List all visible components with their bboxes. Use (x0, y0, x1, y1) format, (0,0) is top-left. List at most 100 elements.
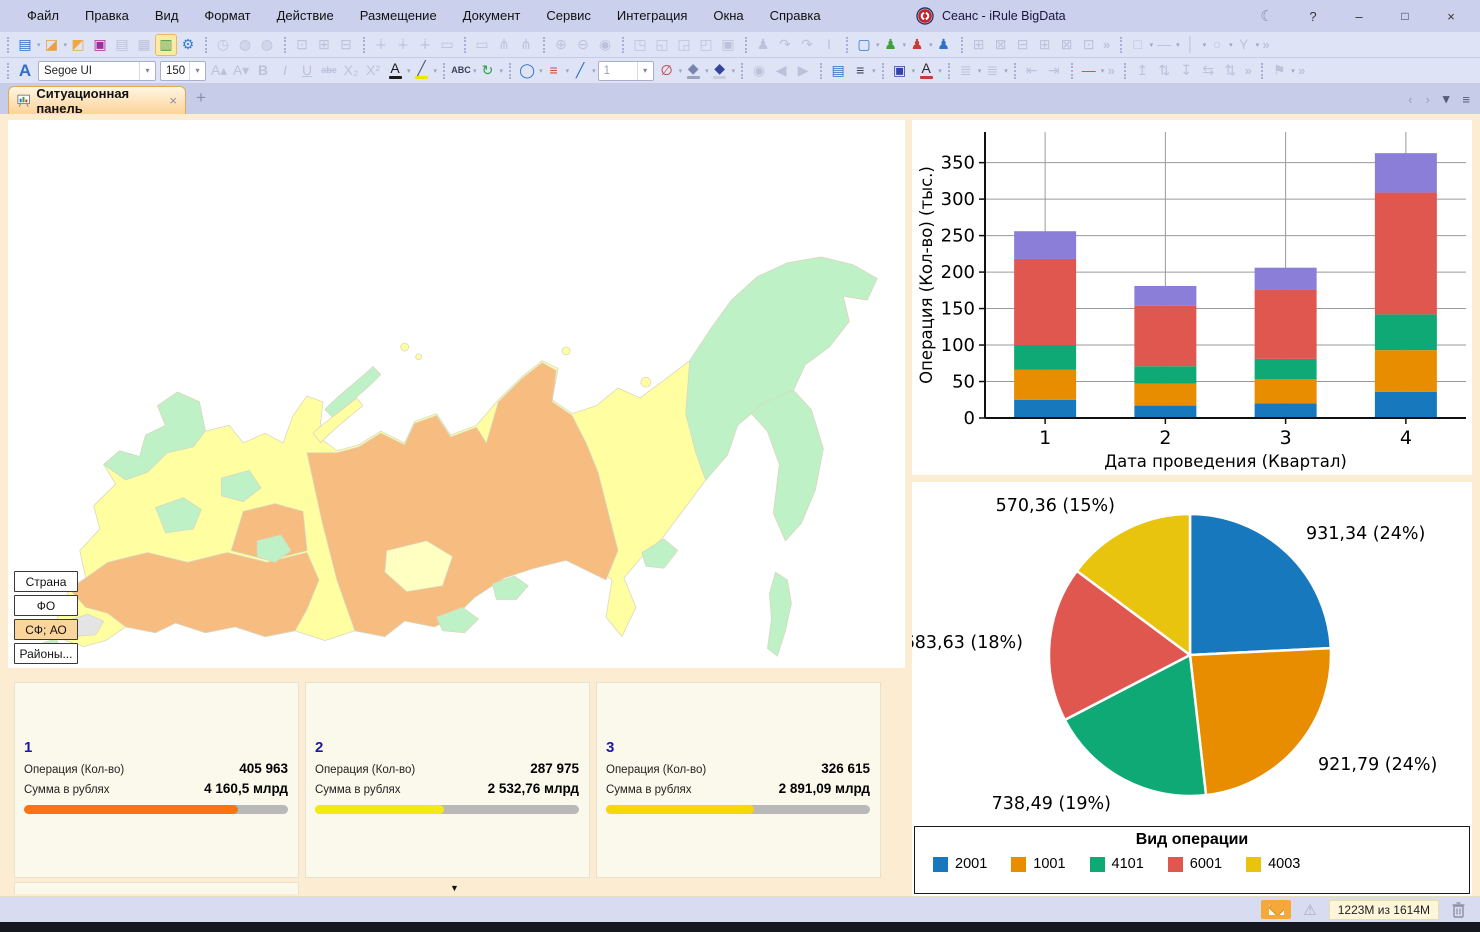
menu-item-10[interactable]: Справка (757, 0, 834, 32)
bar-segment-q1-series-blue[interactable] (1014, 400, 1076, 418)
fill-style-icon[interactable]: ◆ (682, 60, 704, 82)
map-island-1[interactable] (401, 343, 409, 351)
add-tab-button[interactable]: + (196, 88, 206, 108)
font-panel-icon[interactable]: A (14, 60, 36, 82)
map-island-wrangel[interactable] (641, 377, 651, 387)
refresh-data-icon[interactable]: ↻ (477, 60, 499, 82)
map-level-button-2[interactable]: СФ; АО (14, 619, 78, 640)
map-level-button-1[interactable]: ФО (14, 595, 78, 616)
trash-icon[interactable] (1451, 901, 1466, 918)
fill-style-alt-dropdown-icon[interactable]: ▾ (732, 67, 736, 75)
tab-scroll-right[interactable]: › (1426, 92, 1430, 107)
russia-map[interactable] (8, 120, 905, 668)
legend-item-6001[interactable]: 6001 (1168, 856, 1222, 872)
bar-segment-q2-series-green[interactable] (1134, 366, 1196, 384)
select-rect-tool-icon[interactable]: ▢ (853, 34, 875, 56)
more-overflow-2[interactable]: » (1259, 34, 1273, 56)
bar-segment-q1-series-orange[interactable] (1014, 370, 1076, 400)
person-green-tool-icon[interactable]: ♟ (880, 34, 902, 56)
tab-situation-panel[interactable]: Ситуационная панель × (8, 86, 186, 114)
menu-item-7[interactable]: Сервис (533, 0, 604, 32)
line-width-combo[interactable]: 1▾ (598, 61, 654, 81)
close-button[interactable]: × (1428, 9, 1474, 24)
selection-marker-icon[interactable]: ▣ (889, 60, 911, 82)
pen-style-dropdown-icon[interactable]: ▾ (592, 67, 596, 75)
save-icon[interactable]: ▣ (89, 34, 111, 56)
person-blue-tool-icon[interactable]: ♟ (933, 34, 955, 56)
bar-segment-q4-series-orange[interactable] (1375, 350, 1437, 392)
bar-segment-q1-series-green[interactable] (1014, 345, 1076, 370)
memory-usage[interactable]: 1223М из 1614М (1329, 900, 1439, 920)
kpi-card-3[interactable]: 3Операция (Кол-во)326 615Сумма в рублях2… (596, 682, 881, 878)
pie-slice-1001[interactable] (1190, 648, 1331, 795)
help-button[interactable]: ? (1290, 9, 1336, 24)
text-color-accent-dropdown-icon[interactable]: ▾ (938, 67, 942, 75)
map-island-3[interactable] (562, 347, 570, 355)
menu-item-9[interactable]: Окна (700, 0, 756, 32)
no-border-style-icon[interactable]: ∅ (656, 60, 678, 82)
theme-toggle-button[interactable]: ☾ (1244, 7, 1290, 25)
tab-menu[interactable]: ≡ (1462, 92, 1470, 107)
menu-item-5[interactable]: Размещение (347, 0, 450, 32)
line-color-style-icon[interactable]: ≡ (543, 60, 565, 82)
legend-item-4101[interactable]: 4101 (1090, 856, 1144, 872)
bar-segment-q1-series-red[interactable] (1014, 259, 1076, 345)
more-overflow-3[interactable]: » (1104, 60, 1118, 82)
bar-segment-q3-series-blue[interactable] (1255, 403, 1317, 418)
bar-segment-q2-series-purple[interactable] (1134, 286, 1196, 306)
map-level-button-3[interactable]: Районы... (14, 643, 78, 664)
messages-button[interactable] (1261, 900, 1291, 919)
ellipse-style-icon[interactable]: ◯ (516, 60, 538, 82)
bar-segment-q2-series-blue[interactable] (1134, 406, 1196, 418)
bar-segment-q3-series-green[interactable] (1255, 359, 1317, 379)
import-folder-icon[interactable]: ◩ (67, 34, 89, 56)
menu-item-2[interactable]: Вид (142, 0, 192, 32)
font-family-combo[interactable]: Segoe UI▾ (38, 61, 156, 81)
pen-style-icon[interactable]: ╱ (569, 60, 591, 82)
connector-line-style-icon[interactable]: — (1078, 60, 1100, 82)
text-block-props-icon[interactable]: ▤ (827, 60, 849, 82)
bar-segment-q3-series-orange[interactable] (1255, 379, 1317, 403)
tab-scroll-left[interactable]: ‹ (1408, 92, 1412, 107)
map-region-sakhalin[interactable] (767, 572, 791, 656)
justify-text-dropdown-icon[interactable]: ▾ (872, 67, 876, 75)
settings-gear-icon[interactable]: ⚙ (177, 34, 199, 56)
minimize-button[interactable]: – (1336, 9, 1382, 24)
more-overflow[interactable]: » (1100, 34, 1114, 56)
menu-item-0[interactable]: Файл (14, 0, 72, 32)
font-size-combo[interactable]: 150▾ (160, 61, 206, 81)
more-overflow-4[interactable]: » (1241, 60, 1255, 82)
bar-segment-q2-series-red[interactable] (1134, 306, 1196, 367)
font-color-icon[interactable]: A (384, 60, 406, 82)
warning-icon[interactable]: ⚠ (1303, 901, 1316, 919)
tab-close-icon[interactable]: × (169, 93, 177, 108)
font-size-combo-dropdown-icon[interactable]: ▾ (189, 62, 205, 80)
menu-item-3[interactable]: Формат (191, 0, 263, 32)
scroll-down-indicator[interactable]: ▼ (450, 883, 459, 893)
menu-item-8[interactable]: Интеграция (604, 0, 701, 32)
menu-item-6[interactable]: Документ (450, 0, 534, 32)
justify-text-icon[interactable]: ≡ (849, 60, 871, 82)
kpi-card-1[interactable]: 1Операция (Кол-во)405 963Сумма в рублях4… (14, 682, 299, 878)
bar-segment-q4-series-green[interactable] (1375, 314, 1437, 350)
bar-segment-q4-series-red[interactable] (1375, 193, 1437, 315)
open-document-icon[interactable]: ◪ (41, 34, 63, 56)
bar-segment-q3-series-purple[interactable] (1255, 268, 1317, 290)
bar-segment-q2-series-orange[interactable] (1134, 384, 1196, 406)
data-source-status-icon[interactable]: ▥ (155, 34, 177, 56)
map-island-2[interactable] (416, 354, 422, 360)
legend-item-1001[interactable]: 1001 (1011, 856, 1065, 872)
person-red-tool-icon[interactable]: ♟ (906, 34, 928, 56)
refresh-data-dropdown-icon[interactable]: ▾ (500, 67, 504, 75)
text-color-accent-icon[interactable]: A (915, 60, 937, 82)
font-family-combo-dropdown-icon[interactable]: ▾ (139, 62, 155, 80)
menu-item-4[interactable]: Действие (264, 0, 347, 32)
bar-segment-q3-series-red[interactable] (1255, 290, 1317, 359)
bar-segment-q4-series-blue[interactable] (1375, 392, 1437, 418)
highlight-color-icon[interactable]: ╱ (411, 60, 433, 82)
bar-segment-q1-series-purple[interactable] (1014, 231, 1076, 259)
fill-style-alt-icon[interactable]: ◆ (709, 60, 731, 82)
bar-segment-q4-series-purple[interactable] (1375, 153, 1437, 192)
legend-item-4003[interactable]: 4003 (1246, 856, 1300, 872)
maximize-button[interactable]: □ (1382, 9, 1428, 23)
